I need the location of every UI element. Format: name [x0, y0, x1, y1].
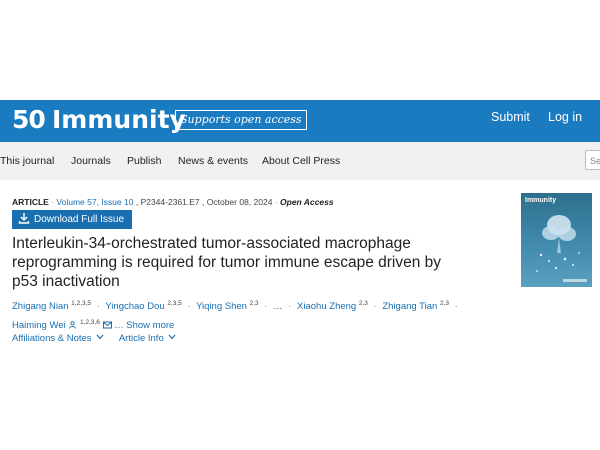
- nav-publish[interactable]: Publish: [127, 155, 161, 167]
- author-link[interactable]: Yiqing Shen: [196, 301, 247, 312]
- nav-news-events[interactable]: News & events: [178, 155, 248, 167]
- download-icon: [18, 213, 30, 224]
- author-link[interactable]: Yingchao Dou: [105, 301, 164, 312]
- separator: ·: [96, 301, 100, 313]
- article-info-label: Article Info: [118, 333, 164, 344]
- nav-about-cell-press[interactable]: About Cell Press: [262, 155, 340, 167]
- author-link[interactable]: Zhigang Nian: [12, 301, 69, 312]
- author-link[interactable]: Xiaohu Zheng: [297, 301, 356, 312]
- submit-link[interactable]: Submit: [491, 110, 530, 124]
- show-more-authors-link[interactable]: … Show more: [114, 320, 174, 331]
- separator: ·: [373, 301, 377, 313]
- volume-issue-link[interactable]: Volume 57, Issue 10: [56, 197, 133, 207]
- affiliations-notes-toggle[interactable]: Affiliations & Notes: [12, 333, 107, 344]
- nav-journals[interactable]: Journals: [71, 155, 111, 167]
- author-affiliation: 2,3: [439, 300, 449, 307]
- login-link[interactable]: Log in: [548, 110, 582, 124]
- cover-illustration: [536, 215, 587, 282]
- chevron-down-icon: [168, 334, 176, 340]
- author-link[interactable]: Haiming Wei: [12, 320, 66, 331]
- separator: ·: [264, 301, 268, 313]
- site-header: 50 Immunity Supports open access Submit …: [0, 100, 600, 142]
- author-affiliation: 1,2,3,6: [79, 319, 100, 327]
- article-meta: ARTICLE · Volume 57, Issue 10 , P2344-23…: [12, 197, 334, 207]
- email-icon[interactable]: [102, 321, 112, 329]
- issue-cover-image[interactable]: Immunity: [521, 193, 592, 287]
- download-full-issue-button[interactable]: Download Full Issue: [12, 210, 132, 229]
- open-access-badge[interactable]: Supports open access: [175, 110, 307, 130]
- chevron-down-icon: [96, 334, 104, 340]
- separator: ·: [187, 301, 191, 313]
- author-affiliation: 2,3,5: [167, 300, 182, 307]
- article-title: Interleukin-34-orchestrated tumor-associ…: [12, 235, 442, 290]
- article-type: ARTICLE: [12, 197, 49, 207]
- article-info-toggle[interactable]: Article Info: [119, 333, 177, 344]
- article-info-tabs: Affiliations & Notes Article Info: [12, 333, 188, 344]
- author-list: Zhigang Nian 1,2,3,5 · Yingchao Dou 2,3,…: [12, 296, 482, 334]
- author-link[interactable]: Zhigang Tian: [382, 301, 437, 312]
- journal-logo[interactable]: Immunity: [52, 105, 186, 134]
- publication-date: October 08, 2024: [206, 197, 273, 207]
- anniversary-logo[interactable]: 50: [12, 105, 46, 134]
- page-range: P2344-2361.E7: [140, 197, 200, 207]
- authors-ellipsis: …: [273, 301, 283, 313]
- nav-this-journal[interactable]: This journal: [0, 155, 54, 167]
- main-nav: This journal Journals Publish News & eve…: [0, 142, 600, 180]
- person-icon: [69, 321, 77, 329]
- download-label: Download Full Issue: [34, 214, 125, 225]
- author-affiliation: 2,3: [358, 300, 368, 307]
- separator: ·: [454, 301, 458, 313]
- separator: ·: [288, 301, 292, 313]
- affiliations-notes-label: Affiliations & Notes: [12, 333, 92, 344]
- author-affiliation: 2,3: [249, 300, 259, 307]
- author-affiliation: 1,2,3,5: [71, 300, 92, 307]
- open-access-label: Open Access: [280, 197, 334, 207]
- search-input[interactable]: Sea: [585, 150, 600, 170]
